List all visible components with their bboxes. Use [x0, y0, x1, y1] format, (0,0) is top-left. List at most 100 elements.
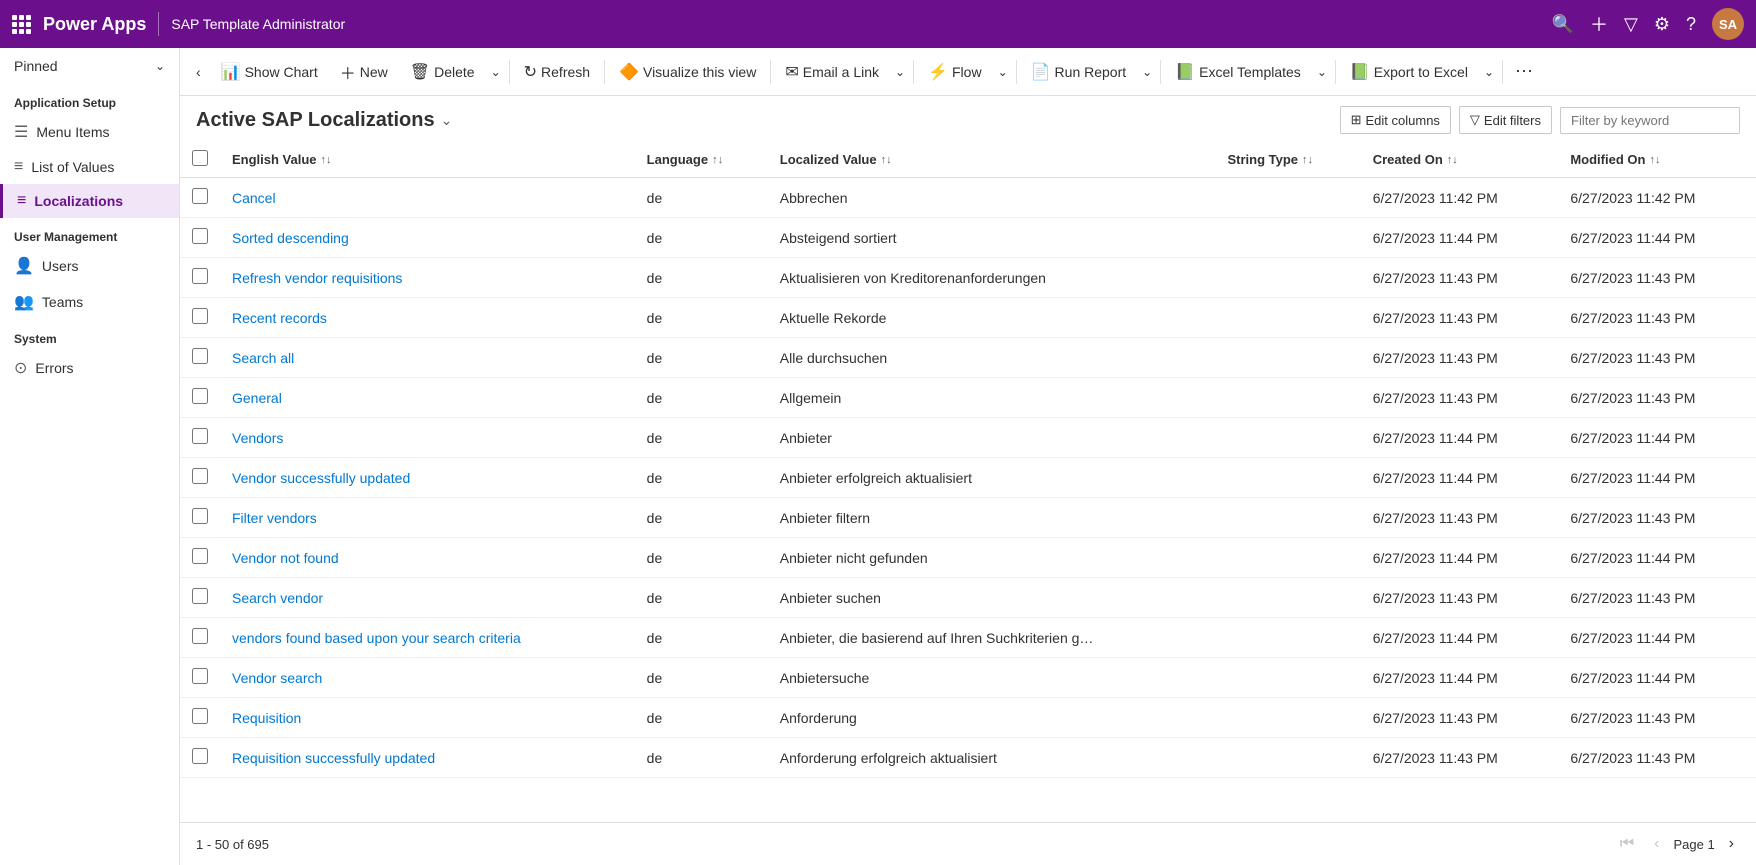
- sidebar-item-users[interactable]: 👤 Users: [0, 248, 179, 284]
- sidebar-item-errors[interactable]: ⊙ Errors: [0, 350, 179, 386]
- pinned-toggle[interactable]: Pinned ⌄: [0, 48, 179, 84]
- cell-english-value[interactable]: Recent records: [220, 298, 635, 338]
- run-report-dropdown[interactable]: ⌄: [1138, 59, 1156, 85]
- first-page-button[interactable]: ⏮: [1614, 831, 1640, 857]
- run-report-icon: 📄: [1031, 62, 1051, 82]
- visualize-button[interactable]: 🔶 Visualize this view: [609, 56, 766, 88]
- plus-icon[interactable]: ＋: [1590, 11, 1608, 37]
- help-icon[interactable]: ?: [1686, 14, 1696, 35]
- cell-english-value[interactable]: Search vendor: [220, 578, 635, 618]
- filter-input[interactable]: [1560, 107, 1740, 134]
- export-dropdown[interactable]: ⌄: [1480, 59, 1498, 85]
- grid-menu-button[interactable]: [12, 15, 31, 34]
- english-value-link[interactable]: Search all: [232, 350, 294, 366]
- next-page-button[interactable]: ›: [1723, 831, 1740, 857]
- row-checkbox[interactable]: [192, 228, 208, 244]
- english-value-link[interactable]: Vendor search: [232, 670, 322, 686]
- delete-button[interactable]: 🗑 Delete: [400, 56, 485, 88]
- cell-string-type: [1215, 178, 1360, 218]
- english-value-link[interactable]: Filter vendors: [232, 510, 317, 526]
- pinned-label: Pinned: [14, 58, 58, 74]
- email-link-button[interactable]: ✉ Email a Link: [775, 56, 889, 88]
- delete-dropdown[interactable]: ⌄: [487, 59, 505, 85]
- cell-english-value[interactable]: Requisition: [220, 698, 635, 738]
- english-value-link[interactable]: General: [232, 390, 282, 406]
- filter-icon[interactable]: ▽: [1624, 14, 1638, 35]
- cell-string-type: [1215, 538, 1360, 578]
- col-english-value[interactable]: English Value ↑↓: [220, 142, 635, 178]
- refresh-button[interactable]: ↻ Refresh: [514, 56, 600, 88]
- cell-english-value[interactable]: Refresh vendor requisitions: [220, 258, 635, 298]
- page-title-chevron-icon[interactable]: ⌄: [441, 112, 453, 129]
- col-language[interactable]: Language ↑↓: [635, 142, 768, 178]
- row-checkbox[interactable]: [192, 188, 208, 204]
- excel-templates-dropdown[interactable]: ⌄: [1313, 59, 1331, 85]
- sidebar-item-localizations[interactable]: ≡ Localizations: [0, 184, 179, 218]
- cell-english-value[interactable]: Search all: [220, 338, 635, 378]
- row-checkbox[interactable]: [192, 508, 208, 524]
- english-value-link[interactable]: Vendor successfully updated: [232, 470, 410, 486]
- english-value-link[interactable]: Vendor not found: [232, 550, 339, 566]
- english-value-link[interactable]: Cancel: [232, 190, 276, 206]
- row-checkbox[interactable]: [192, 588, 208, 604]
- sidebar-item-menu-items[interactable]: ☰ Menu Items: [0, 114, 179, 150]
- more-button[interactable]: ⋯: [1507, 55, 1541, 88]
- english-value-link[interactable]: Requisition: [232, 710, 301, 726]
- new-button[interactable]: ＋ New: [330, 54, 398, 90]
- run-report-button[interactable]: 📄 Run Report: [1021, 56, 1137, 88]
- cell-english-value[interactable]: Vendor search: [220, 658, 635, 698]
- cell-english-value[interactable]: Sorted descending: [220, 218, 635, 258]
- avatar[interactable]: SA: [1712, 8, 1744, 40]
- english-value-link[interactable]: Search vendor: [232, 590, 323, 606]
- select-all-checkbox[interactable]: [192, 150, 208, 166]
- flow-button[interactable]: ⚡ Flow: [918, 56, 991, 88]
- row-checkbox[interactable]: [192, 388, 208, 404]
- cell-english-value[interactable]: Vendor not found: [220, 538, 635, 578]
- edit-columns-button[interactable]: ⊞ Edit columns: [1340, 106, 1451, 134]
- cell-english-value[interactable]: Cancel: [220, 178, 635, 218]
- separator-5: [1016, 60, 1017, 84]
- row-checkbox[interactable]: [192, 428, 208, 444]
- cell-localized-value: Absteigend sortiert: [768, 218, 1216, 258]
- cell-english-value[interactable]: Filter vendors: [220, 498, 635, 538]
- row-checkbox[interactable]: [192, 748, 208, 764]
- english-value-link[interactable]: Vendors: [232, 430, 283, 446]
- row-checkbox[interactable]: [192, 308, 208, 324]
- email-dropdown[interactable]: ⌄: [891, 59, 909, 85]
- english-value-link[interactable]: Sorted descending: [232, 230, 349, 246]
- sidebar-item-label-teams: Teams: [42, 294, 83, 310]
- english-value-link[interactable]: Recent records: [232, 310, 327, 326]
- english-value-link[interactable]: Refresh vendor requisitions: [232, 270, 402, 286]
- row-checkbox[interactable]: [192, 548, 208, 564]
- row-checkbox[interactable]: [192, 348, 208, 364]
- row-checkbox[interactable]: [192, 708, 208, 724]
- cell-english-value[interactable]: Vendors: [220, 418, 635, 458]
- row-checkbox[interactable]: [192, 668, 208, 684]
- row-checkbox[interactable]: [192, 268, 208, 284]
- settings-icon[interactable]: ⚙: [1654, 14, 1670, 35]
- cell-english-value[interactable]: General: [220, 378, 635, 418]
- english-value-link[interactable]: vendors found based upon your search cri…: [232, 630, 521, 646]
- export-excel-button[interactable]: 📗 Export to Excel: [1340, 56, 1478, 88]
- sidebar-item-teams[interactable]: 👥 Teams: [0, 284, 179, 320]
- excel-templates-button[interactable]: 📗 Excel Templates: [1165, 56, 1311, 88]
- col-string-type[interactable]: String Type ↑↓: [1215, 142, 1360, 178]
- sidebar-item-list-of-values[interactable]: ≡ List of Values: [0, 150, 179, 184]
- search-icon[interactable]: 🔍: [1552, 14, 1574, 35]
- back-button[interactable]: ‹: [188, 58, 209, 86]
- row-checkbox[interactable]: [192, 468, 208, 484]
- col-modified-on[interactable]: Modified On ↑↓: [1558, 142, 1756, 178]
- cell-english-value[interactable]: Vendor successfully updated: [220, 458, 635, 498]
- col-created-on[interactable]: Created On ↑↓: [1361, 142, 1559, 178]
- english-value-link[interactable]: Requisition successfully updated: [232, 750, 435, 766]
- prev-page-button[interactable]: ‹: [1648, 831, 1665, 857]
- show-chart-button[interactable]: 📊 Show Chart: [211, 56, 328, 88]
- cell-created-on: 6/27/2023 11:44 PM: [1361, 538, 1559, 578]
- cell-english-value[interactable]: Requisition successfully updated: [220, 738, 635, 778]
- flow-dropdown[interactable]: ⌄: [994, 59, 1012, 85]
- col-localized-value[interactable]: Localized Value ↑↓: [768, 142, 1216, 178]
- table-row: Requisition de Anforderung 6/27/2023 11:…: [180, 698, 1756, 738]
- edit-filters-button[interactable]: ▽ Edit filters: [1459, 106, 1552, 134]
- row-checkbox[interactable]: [192, 628, 208, 644]
- cell-english-value[interactable]: vendors found based upon your search cri…: [220, 618, 635, 658]
